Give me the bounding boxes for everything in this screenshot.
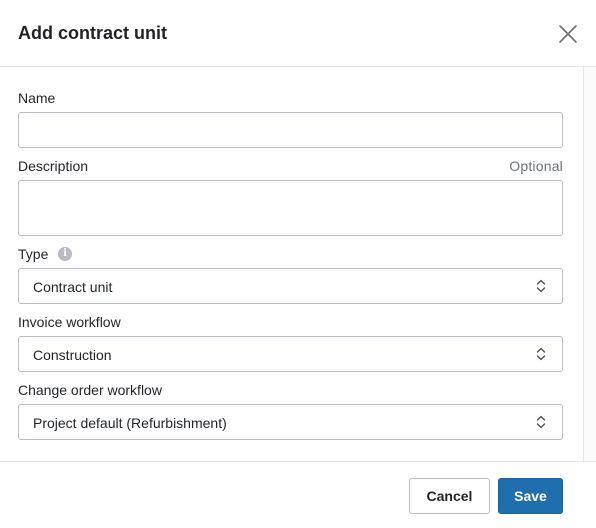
chevron-updown-icon	[536, 347, 546, 361]
change-order-workflow-label: Change order workflow	[18, 382, 162, 398]
optional-label: Optional	[509, 158, 563, 174]
type-label: Type	[18, 246, 49, 262]
description-label: Description	[18, 158, 89, 174]
cancel-button[interactable]: Cancel	[409, 478, 490, 514]
invoice-workflow-select[interactable]: Construction	[18, 336, 563, 372]
name-input[interactable]	[18, 112, 563, 148]
add-contract-unit-dialog: Add contract unit Name Description Optio…	[0, 0, 596, 528]
type-selected-value: Contract unit	[33, 279, 113, 295]
description-input[interactable]	[18, 180, 563, 236]
invoice-workflow-label: Invoice workflow	[18, 314, 121, 330]
invoice-workflow-selected-value: Construction	[33, 347, 112, 363]
info-icon[interactable]: i	[58, 247, 72, 261]
save-button[interactable]: Save	[498, 478, 563, 514]
name-label: Name	[18, 90, 56, 106]
change-order-workflow-select[interactable]: Project default (Refurbishment)	[18, 404, 563, 440]
dialog-header: Add contract unit	[0, 0, 596, 67]
change-order-workflow-selected-value: Project default (Refurbishment)	[33, 415, 227, 431]
dialog-footer: Cancel Save	[0, 461, 596, 528]
dialog-title: Add contract unit	[18, 23, 167, 43]
type-select[interactable]: Contract unit	[18, 268, 563, 304]
chevron-updown-icon	[536, 279, 546, 293]
chevron-updown-icon	[536, 415, 546, 429]
scrollbar[interactable]	[583, 67, 596, 461]
close-icon[interactable]	[556, 22, 580, 46]
